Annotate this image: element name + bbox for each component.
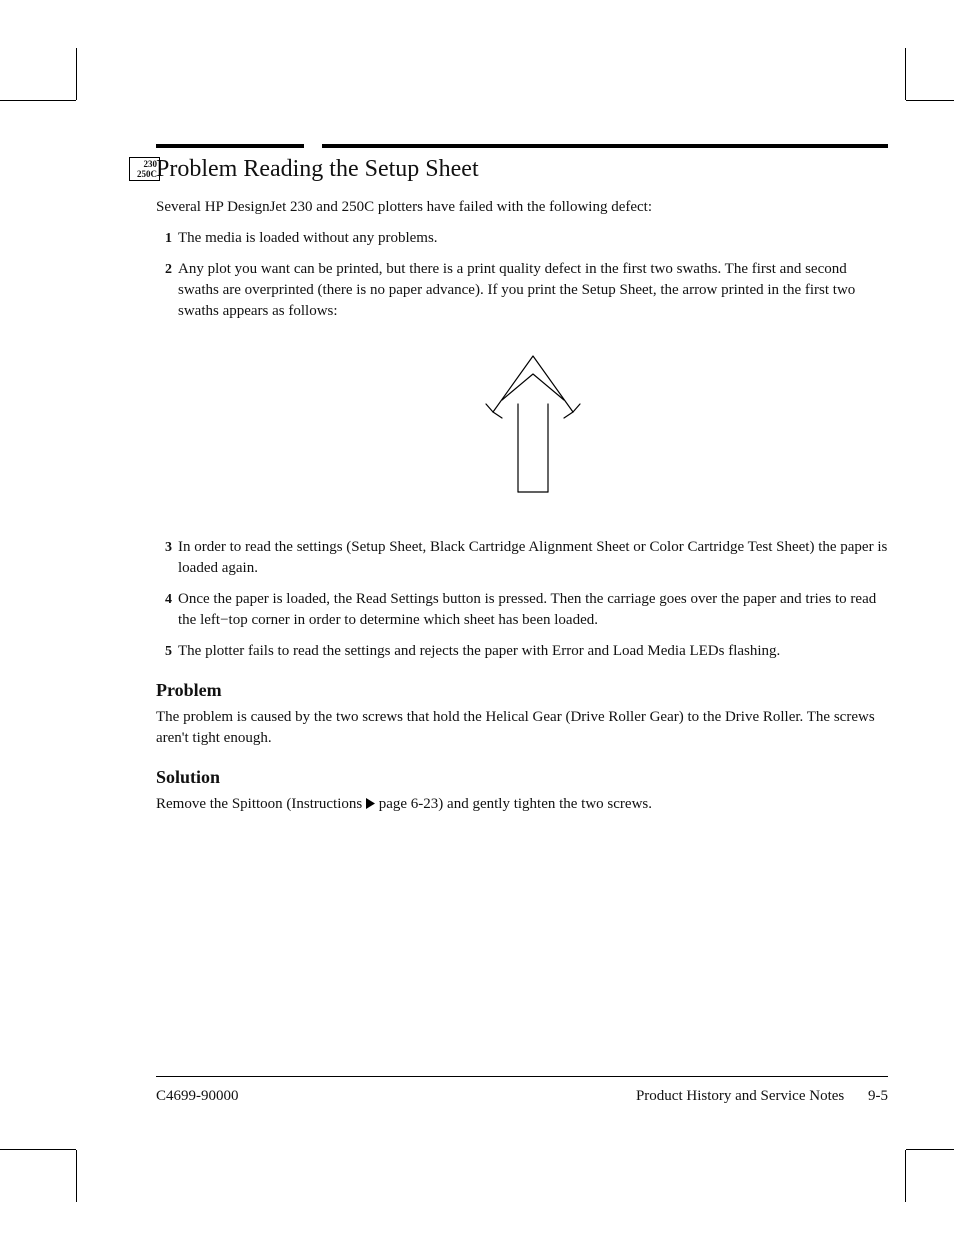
solution-heading: Solution [156,767,888,788]
page-footer: C4699-90000 Product History and Service … [156,1088,888,1105]
crop-mark [0,1149,76,1150]
step-text: The plotter fails to read the settings a… [178,643,780,659]
step-number: 5 [156,641,172,662]
section-rule [156,144,888,148]
steps-list: 1 The media is loaded without any proble… [156,228,888,662]
solution-page-ref: page 6-23) and gently tighten the two sc… [375,796,652,812]
step-text: Once the paper is loaded, the Read Setti… [178,591,876,628]
footer-doc-number: C4699-90000 [156,1088,239,1105]
section-rule-gap [304,144,322,148]
page: 230 250C Problem Reading the Setup Sheet… [0,0,954,1235]
content-area: 230 250C Problem Reading the Setup Sheet… [156,156,888,826]
footer-page-number: 9-5 [848,1088,888,1105]
list-item: 1 The media is loaded without any proble… [156,228,888,249]
model-badge-line: 230 [132,159,157,169]
model-badge-line: 250C [132,169,157,179]
footer-right: Product History and Service Notes 9-5 [636,1088,888,1105]
arrow-icon [478,352,588,496]
crop-mark [905,48,906,100]
solution-text-before: Remove the Spittoon (Instructions [156,796,366,812]
step-text: In order to read the settings (Setup She… [178,539,887,576]
list-item: 4 Once the paper is loaded, the Read Set… [156,589,888,631]
problem-text: The problem is caused by the two screws … [156,707,888,749]
problem-heading: Problem [156,680,888,701]
step-number: 3 [156,537,172,558]
step-number: 2 [156,259,172,280]
step-number: 4 [156,589,172,610]
list-item: 2 Any plot you want can be printed, but … [156,259,888,503]
arrow-figure [178,352,888,503]
list-item: 3 In order to read the settings (Setup S… [156,537,888,579]
step-number: 1 [156,228,172,249]
crop-mark [0,100,76,101]
model-badge: 230 250C [129,157,160,181]
step-text: The media is loaded without any problems… [178,230,438,246]
crop-mark [76,48,77,100]
footer-section-title: Product History and Service Notes [636,1088,844,1104]
solution-text: Remove the Spittoon (Instructions page 6… [156,794,888,816]
intro-text: Several HP DesignJet 230 and 250C plotte… [156,197,888,218]
crop-mark [905,1150,906,1202]
page-title: Problem Reading the Setup Sheet [156,156,888,183]
triangle-icon [366,795,375,816]
footer-rule [156,1076,888,1077]
crop-mark [76,1150,77,1202]
list-item: 5 The plotter fails to read the settings… [156,641,888,662]
crop-mark [906,1149,954,1150]
step-text: Any plot you want can be printed, but th… [178,261,855,319]
crop-mark [906,100,954,101]
